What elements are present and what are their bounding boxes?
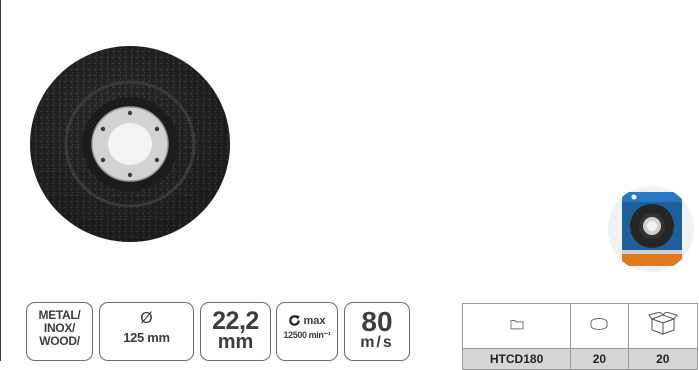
bore-badge: 22,2 mm [200, 302, 271, 361]
bore-unit: mm [217, 331, 254, 353]
speed-value: 80 [361, 306, 393, 337]
qty-unit: 20 [570, 348, 629, 370]
speed-unit: m/s [360, 334, 394, 351]
diameter-icon: Ø [140, 310, 153, 327]
table-row: HTCD180 20 20 [461, 348, 699, 370]
material-line-3: WOOD/ [39, 334, 80, 348]
rotation-arrow-icon [288, 314, 301, 327]
product-table: HTCD180 20 20 [461, 303, 699, 370]
product-code: HTCD180 [461, 348, 572, 370]
diameter-badge: Ø 125 mm [99, 302, 194, 361]
speed-badge: 80 m/s [344, 302, 410, 361]
header-box [627, 303, 699, 349]
box-icon [647, 310, 678, 341]
product-disc-image [28, 44, 232, 244]
max-rpm-value: 12500 min⁻¹ [283, 330, 331, 340]
folder-icon [510, 317, 524, 335]
qty-box: 20 [627, 348, 699, 370]
table-header-row [461, 303, 699, 349]
bore-value: 22,2 [212, 307, 259, 335]
single-unit-icon [589, 317, 609, 336]
max-label: max [303, 314, 326, 327]
header-unit [570, 303, 629, 349]
packaging-thumbnail [608, 186, 694, 272]
header-folder [461, 303, 572, 349]
material-badge: METAL/ INOX/ WOOD/ [26, 302, 93, 361]
max-rpm-badge: max 12500 min⁻¹ [276, 302, 338, 361]
diameter-value: 125 mm [123, 330, 170, 345]
